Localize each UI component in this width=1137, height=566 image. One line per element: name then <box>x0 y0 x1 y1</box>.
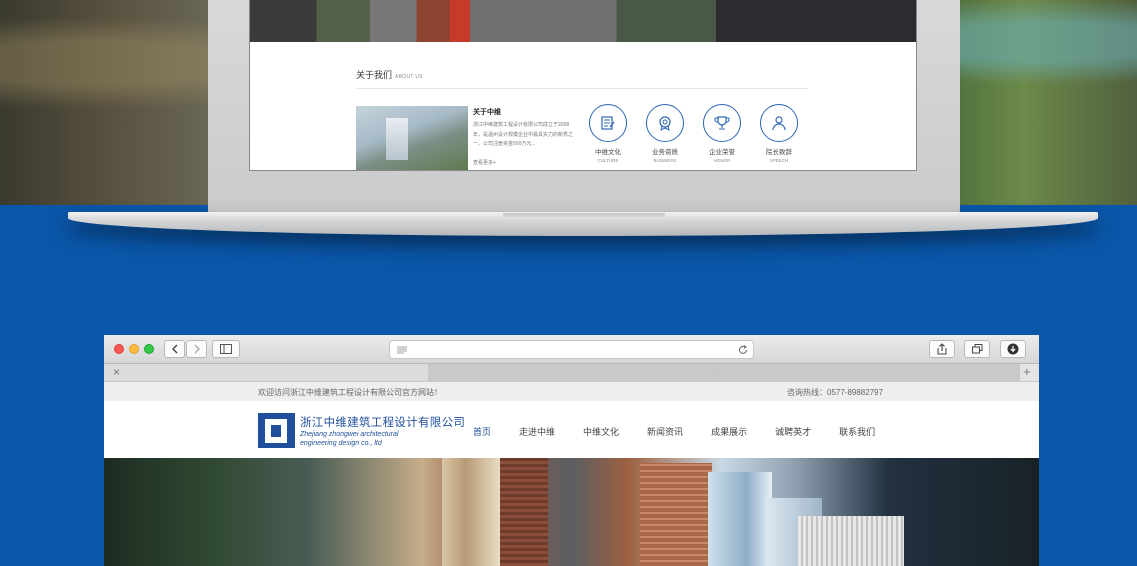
browser-toolbar <box>104 335 1039 364</box>
hero-banner <box>104 458 1039 566</box>
feature-label: 中维文化 <box>595 149 621 156</box>
chevron-left-icon <box>171 344 177 354</box>
tab-active[interactable]: × <box>104 364 429 381</box>
minimize-window-button[interactable] <box>129 344 139 354</box>
feature-label: 院长致辞 <box>766 149 792 156</box>
feature-business[interactable]: 业务资质 BUSINESS <box>645 104 685 163</box>
feature-label-en: BUSINESS <box>653 158 677 163</box>
reader-icon <box>397 346 407 354</box>
company-name-en: Zhejiang zhongwei architectural engineer… <box>300 430 398 448</box>
person-icon <box>760 104 798 142</box>
feature-label: 业务资质 <box>652 149 678 156</box>
main-nav: 首页 走进中维 中维文化 新闻资讯 成果展示 诚聘英才 联系我们 <box>473 425 903 438</box>
feature-honor[interactable]: 企业荣誉 HONOR <box>702 104 742 163</box>
nav-projects[interactable]: 成果展示 <box>711 425 747 438</box>
company-name-en-line1: Zhejiang zhongwei architectural <box>300 431 399 438</box>
company-logo[interactable] <box>258 413 295 448</box>
about-heading: 关于我们 ABOUT US <box>356 68 423 81</box>
about-subtitle: 关于中维 <box>473 109 501 116</box>
laptop-display: 关于我们 ABOUT US 关于中维 浙江中维建筑工程设计有限公司成立于2008年… <box>249 0 917 171</box>
certificate-icon <box>646 104 684 142</box>
laptop-notch <box>503 213 665 219</box>
nav-news[interactable]: 新闻资讯 <box>647 425 683 438</box>
company-name-en-line2: engineering design co., ltd <box>300 440 382 448</box>
address-bar[interactable] <box>389 340 754 359</box>
about-feature-list: 中维文化 CULTURE 业务资质 BUSINESS 企业荣誉 HONOR 院长… <box>588 104 799 163</box>
forward-button[interactable] <box>186 340 207 358</box>
feature-label: 企业荣誉 <box>709 149 735 156</box>
about-title: 关于我们 <box>356 70 393 80</box>
hero-building <box>798 516 904 566</box>
close-window-button[interactable] <box>114 344 124 354</box>
about-thumbnail <box>356 106 468 170</box>
nav-culture[interactable]: 中维文化 <box>583 425 619 438</box>
share-button[interactable] <box>929 340 955 358</box>
welcome-text: 欢迎访问浙江中维建筑工程设计有限公司官方网站！ <box>258 388 442 397</box>
site-top-strip: 欢迎访问浙江中维建筑工程设计有限公司官方网站！ 咨询热线：0577-898827… <box>104 382 1039 401</box>
reload-icon[interactable] <box>738 345 748 355</box>
tab-bar: × + <box>104 364 1039 382</box>
about-text: 浙江中维建筑工程设计有限公司成立于2008年，是温州设计规模企业中最具实力的新秀… <box>473 122 574 147</box>
chevron-right-icon <box>194 344 200 354</box>
close-tab-icon[interactable]: × <box>113 365 120 379</box>
hero-building <box>442 458 500 566</box>
read-more-link[interactable]: 查看更多+ <box>473 159 496 166</box>
nav-home[interactable]: 首页 <box>473 425 491 438</box>
feature-culture[interactable]: 中维文化 CULTURE <box>588 104 628 163</box>
share-icon <box>937 343 947 355</box>
sidebar-button[interactable] <box>212 340 240 358</box>
about-title-en: ABOUT US <box>395 74 423 80</box>
feature-label-en: SPEECH <box>769 158 789 163</box>
hero-building <box>500 458 548 566</box>
downloads-button[interactable] <box>1000 340 1026 358</box>
feature-label-en: CULTURE <box>597 158 619 163</box>
document-edit-icon <box>589 104 627 142</box>
browser-window: × + 欢迎访问浙江中维建筑工程设计有限公司官方网站！ 咨询热线：0577-89… <box>104 335 1039 566</box>
tabs-icon <box>971 344 982 354</box>
nav-careers[interactable]: 诚聘英才 <box>775 425 811 438</box>
sidebar-icon <box>220 344 232 354</box>
new-tab-icon[interactable]: + <box>1023 364 1031 379</box>
hero-building <box>640 463 712 566</box>
trophy-icon <box>703 104 741 142</box>
company-name-cn: 浙江中维建筑工程设计有限公司 <box>300 417 466 429</box>
nav-contact[interactable]: 联系我们 <box>839 425 875 438</box>
feature-label-en: HONOR <box>713 158 731 163</box>
site-header: 浙江中维建筑工程设计有限公司 Zhejiang zhongwei archite… <box>104 401 1039 458</box>
zoom-window-button[interactable] <box>144 344 154 354</box>
tab-2[interactable] <box>429 364 713 381</box>
hotline-text: 咨询热线：0577-89882797 <box>787 388 884 397</box>
back-button[interactable] <box>164 340 185 358</box>
tabs-overview-button[interactable] <box>964 340 990 358</box>
tab-3[interactable] <box>713 364 1020 381</box>
hero-building <box>708 472 772 566</box>
nav-about[interactable]: 走进中维 <box>519 425 555 438</box>
feature-speech[interactable]: 院长致辞 SPEECH <box>759 104 799 163</box>
divider <box>356 88 808 89</box>
download-icon <box>1007 343 1019 355</box>
laptop-hero-photo <box>250 0 916 42</box>
